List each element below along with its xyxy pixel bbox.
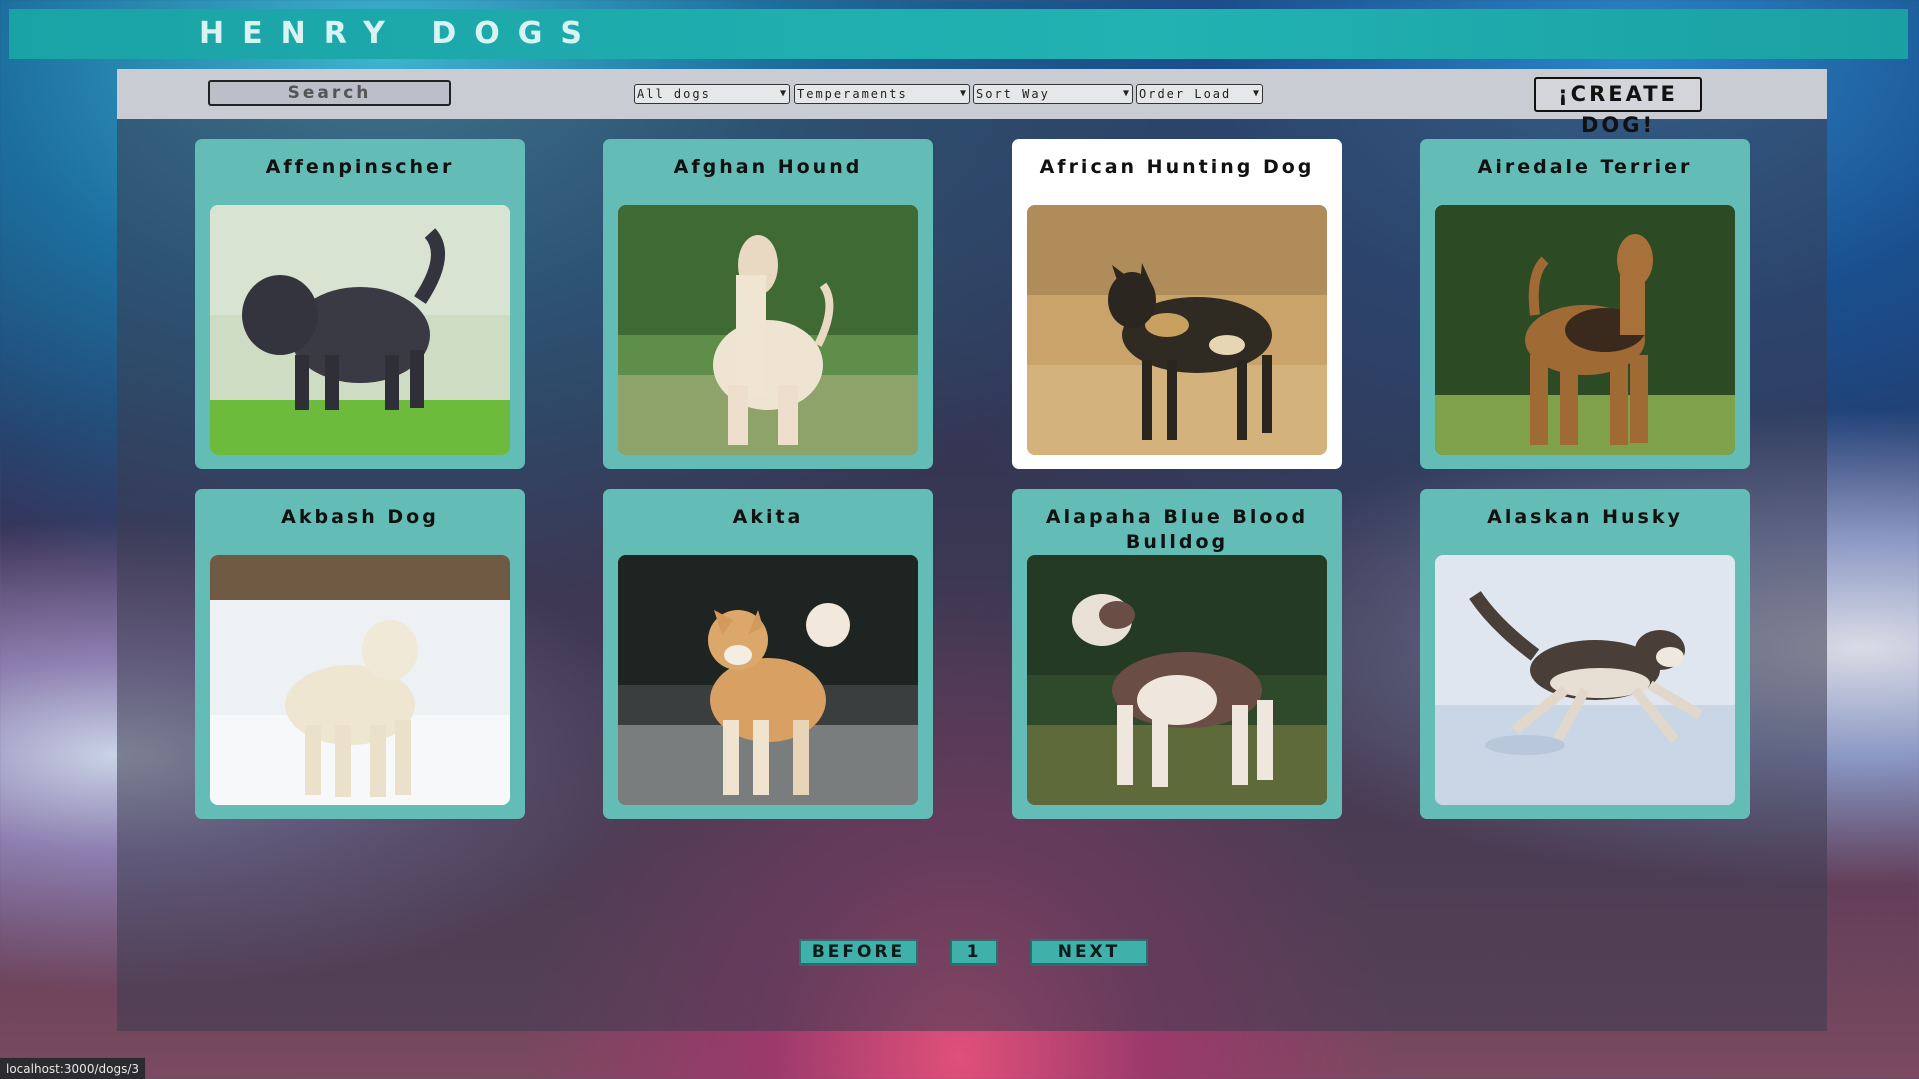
status-bar-url: localhost:3000/dogs/3	[0, 1057, 146, 1079]
chevron-down-icon: ▼	[1252, 88, 1259, 99]
dog-card[interactable]: Alaskan Husky	[1420, 489, 1750, 819]
dog-card[interactable]: Akbash Dog	[195, 489, 525, 819]
chevron-down-icon: ▼	[1122, 88, 1129, 99]
dog-card[interactable]: Affenpinscher	[195, 139, 525, 469]
search-input[interactable]	[208, 80, 451, 106]
dog-photo[interactable]	[210, 205, 510, 455]
dog-name: Akita	[732, 506, 804, 528]
dog-card[interactable]: Alapaha Blue Blood Bulldog	[1012, 489, 1342, 819]
filter-select-origin[interactable]: All dogs ▼	[634, 84, 790, 104]
dog-photo[interactable]	[618, 555, 918, 805]
select-value: Order Load	[1139, 87, 1232, 101]
dog-name: Akbash Dog	[281, 506, 439, 528]
dog-photo[interactable]	[618, 205, 918, 455]
sort-select[interactable]: Sort Way ▼	[973, 84, 1133, 104]
dog-photo[interactable]	[1027, 555, 1327, 805]
dog-name: African Hunting Dog	[1039, 156, 1315, 178]
dog-photo[interactable]	[210, 555, 510, 805]
top-bar: HENRY DOGS	[9, 9, 1908, 59]
chevron-down-icon: ▼	[959, 88, 966, 99]
chevron-down-icon: ▼	[779, 88, 786, 99]
select-value: Temperaments	[797, 87, 908, 101]
dog-name: Alaskan Husky	[1487, 506, 1683, 528]
order-select[interactable]: Order Load ▼	[1136, 84, 1263, 104]
dog-name: Afghan Hound	[673, 156, 863, 178]
page-number-button[interactable]: 1	[950, 939, 998, 966]
dog-card[interactable]: Akita	[603, 489, 933, 819]
app-title: HENRY DOGS	[199, 16, 600, 51]
select-value: Sort Way	[976, 87, 1050, 101]
dog-name: Affenpinscher	[265, 156, 455, 178]
main-panel: All dogs ▼ Temperaments ▼ Sort Way ▼ Ord…	[117, 69, 1827, 1031]
dog-photo[interactable]	[1435, 555, 1735, 805]
toolbar: All dogs ▼ Temperaments ▼ Sort Way ▼ Ord…	[117, 69, 1827, 137]
select-value: All dogs	[637, 87, 711, 101]
dog-name: Airedale Terrier	[1477, 156, 1693, 178]
create-dog-button[interactable]: ¡CREATE DOG!	[1534, 77, 1702, 137]
dog-photo[interactable]	[1027, 205, 1327, 455]
before-button[interactable]: BEFORE	[799, 939, 918, 966]
dog-card[interactable]: African Hunting Dog	[1012, 139, 1342, 469]
dog-card[interactable]: Airedale Terrier	[1420, 139, 1750, 469]
dog-name: Alapaha Blue Blood Bulldog	[1045, 506, 1309, 553]
dog-photo[interactable]	[1435, 205, 1735, 455]
next-button[interactable]: NEXT	[1030, 939, 1148, 966]
filter-select-temperaments[interactable]: Temperaments ▼	[794, 84, 970, 104]
dog-card[interactable]: Afghan Hound	[603, 139, 933, 469]
